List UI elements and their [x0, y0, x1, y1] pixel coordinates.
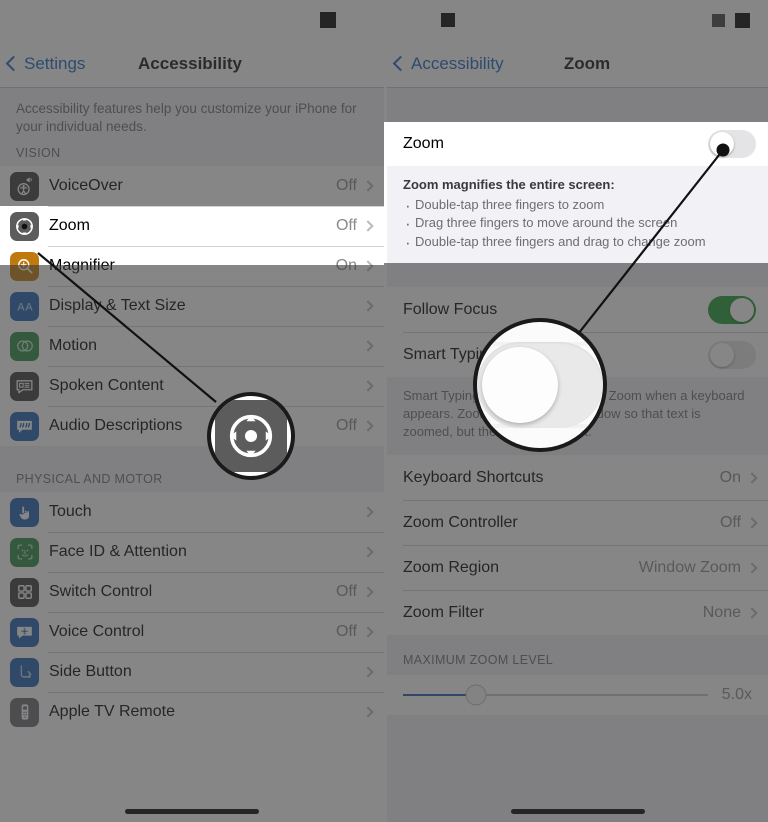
- zoom-note-title: Zoom magnifies the entire screen:: [403, 177, 615, 192]
- list-item-zoom[interactable]: Zoom Off: [0, 206, 384, 246]
- zoom-description-note: Zoom magnifies the entire screen: Double…: [387, 166, 768, 264]
- zoom-note-bullet: Double-tap three fingers to zoom: [403, 194, 752, 219]
- toggle-knob-magnified: [482, 347, 558, 423]
- zoom-note-bullet: Double-tap three fingers and drag to cha…: [403, 231, 752, 256]
- chevron-right-icon: [362, 220, 374, 232]
- dim-overlay-right-top: [384, 0, 768, 122]
- dim-overlay-left-bottom: [0, 265, 384, 822]
- setting-row-zoom[interactable]: Zoom: [387, 122, 768, 166]
- magnifier-bubble-zoom-icon: [207, 392, 295, 480]
- dim-overlay-left-top: [0, 0, 384, 224]
- zoom-toggle[interactable]: [708, 130, 756, 158]
- setting-label-zoom: Zoom: [403, 135, 444, 152]
- list-item-label: Zoom: [49, 217, 90, 234]
- toggle-knob: [710, 132, 734, 156]
- zoom-note-bullets: Double-tap three fingers to zoom Drag th…: [403, 194, 752, 256]
- screenshot-stage: Settings Accessibility Accessibility fea…: [0, 0, 768, 822]
- zoom-icon: [10, 211, 39, 241]
- zoom-icon-magnified: [215, 400, 287, 472]
- toggle-off-magnified: [477, 342, 603, 428]
- magnifier-bubble-smart-typing-toggle: [473, 318, 607, 452]
- zoom-note-bullet: Drag three fingers to move around the sc…: [403, 212, 752, 237]
- list-item-value: Off: [335, 217, 357, 234]
